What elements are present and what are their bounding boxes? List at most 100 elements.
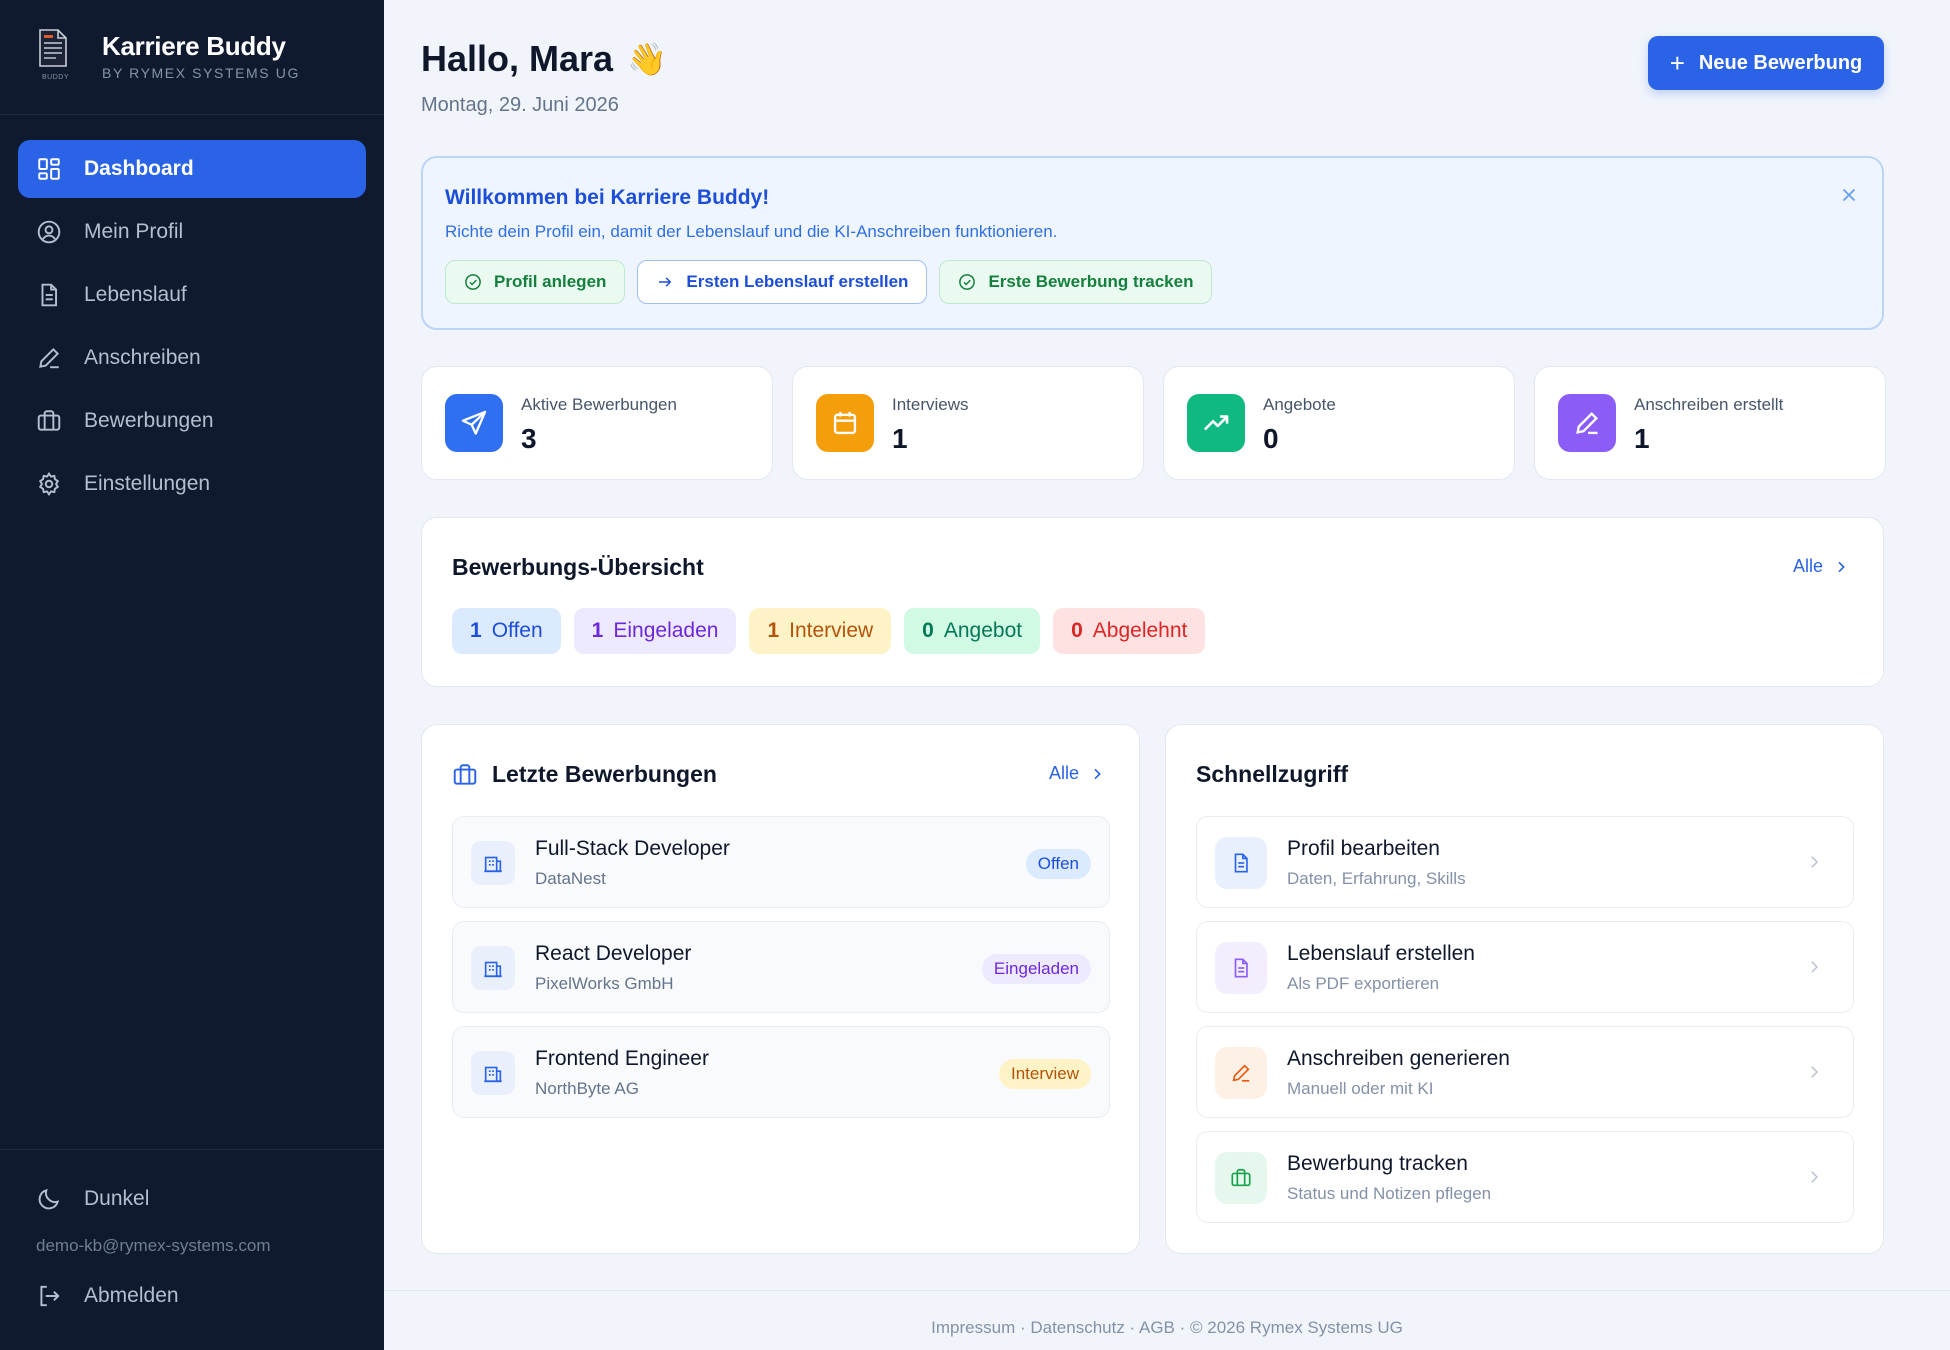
chevron-right-icon [1094,768,1101,779]
sidebar-item-settings[interactable]: Einstellungen [18,455,366,513]
track-application-chip[interactable]: Erste Bewerbung tracken [939,260,1213,304]
dashboard-icon [38,158,60,180]
document-icon [1215,942,1267,994]
logout-button[interactable]: Abmelden [18,1267,366,1325]
sidebar-item-dashboard[interactable]: Dashboard [18,140,366,198]
status-interview[interactable]: 1 Interview [749,608,892,654]
briefcase-icon [37,410,61,431]
new-application-button[interactable]: + Neue Bewerbung [1648,36,1884,90]
sidebar-nav: Dashboard Mein Profil Lebenslauf Anschre… [18,140,366,518]
quick-item-edit-profile[interactable]: Profil bearbeiten Daten, Erfahrung, Skil… [1196,816,1854,908]
briefcase-icon [453,763,477,785]
sidebar-item-cover-letter[interactable]: Anschreiben [18,329,366,387]
overview-all-link[interactable]: Alle [1793,556,1849,577]
application-company: DataNest [535,869,606,888]
sidebar-item-applications[interactable]: Bewerbungen [18,392,366,450]
send-icon [445,394,503,452]
user-email: demo-kb@rymex-systems.com [36,1236,271,1255]
status-count: 0 [922,619,934,642]
building-icon [471,946,515,990]
pen-icon [39,347,60,369]
sidebar-item-label: Anschreiben [84,346,201,369]
status-badge: Eingeladen [981,954,1091,984]
recent-all-link[interactable]: Alle [1049,763,1105,784]
current-date: Montag, 29. Juni 2026 [421,94,619,116]
quick-item-title: Lebenslauf erstellen [1287,942,1475,965]
sidebar-item-label: Einstellungen [84,472,211,495]
welcome-text: Richte dein Profil ein, damit der Lebens… [445,222,1058,241]
main-content: Hallo, Mara 👋 Montag, 29. Juni 2026 + Ne… [384,0,1950,1350]
welcome-title: Willkommen bei Karriere Buddy! [445,186,770,209]
stat-card-interviews[interactable]: Interviews 1 [792,366,1144,480]
stat-value: 3 [521,423,537,454]
gear-icon [38,471,60,497]
status-offer[interactable]: 0 Angebot [904,608,1041,654]
briefcase-icon [1215,1152,1267,1204]
chevron-right-icon [1811,961,1819,973]
status-label: Offen [491,619,543,642]
status-badge: Offen [1025,849,1091,879]
stat-card-active[interactable]: Aktive Bewerbungen 3 [421,366,773,480]
chevron-right-icon [1811,1171,1819,1183]
create-profile-chip[interactable]: Profil anlegen [445,260,626,304]
theme-toggle-label: Dunkel [84,1187,150,1210]
check-circle-icon [959,274,976,290]
status-count: 0 [1071,619,1083,642]
status-invited[interactable]: 1 Eingeladen [573,608,737,654]
quick-item-generate-letter[interactable]: Anschreiben generieren Manuell oder mit … [1196,1026,1854,1118]
status-badge: Interview [998,1059,1091,1089]
status-rejected[interactable]: 0 Abgelehnt [1053,608,1206,654]
welcome-banner: Willkommen bei Karriere Buddy! Richte de… [421,156,1884,330]
trend-up-icon [1187,394,1245,452]
stat-label: Anschreiben erstellt [1634,395,1784,414]
brand-subtitle: BY RYMEX SYSTEMS UG [102,65,300,81]
quick-item-create-resume[interactable]: Lebenslauf erstellen Als PDF exportieren [1196,921,1854,1013]
quick-title: Schnellzugriff [1196,761,1349,787]
application-item[interactable]: Full-Stack Developer DataNest Offen [452,816,1110,908]
status-open[interactable]: 1 Offen [452,608,561,654]
recent-title: Letzte Bewerbungen [452,761,717,788]
stat-card-letters[interactable]: Anschreiben erstellt 1 [1534,366,1886,480]
status-label: Interview [789,619,874,642]
close-icon[interactable] [1838,184,1860,206]
stat-value: 0 [1263,423,1279,454]
sidebar-item-profile[interactable]: Mein Profil [18,203,366,261]
sidebar: BUDDY Karriere Buddy BY RYMEX SYSTEMS UG… [0,0,384,1350]
status-label: Angebot [943,619,1023,642]
plus-icon: + [1669,47,1685,78]
sidebar-divider [0,114,384,115]
status-summary: 1 Offen 1 Eingeladen 1 Interview 0 Angeb… [452,608,1218,654]
greeting-text: Hallo, Mara [421,38,614,79]
sidebar-item-label: Bewerbungen [84,409,214,432]
application-title: Full-Stack Developer [535,837,730,860]
application-company: NorthByte AG [535,1079,639,1098]
stat-label: Interviews [892,395,969,414]
chevron-right-icon [1838,561,1845,572]
stat-value: 1 [892,423,908,454]
theme-toggle[interactable]: Dunkel [18,1170,366,1228]
pen-icon [1215,1047,1267,1099]
building-icon [471,841,515,885]
quick-item-title: Anschreiben generieren [1287,1047,1510,1070]
stat-card-offers[interactable]: Angebote 0 [1163,366,1515,480]
create-resume-chip[interactable]: Ersten Lebenslauf erstellen [637,260,928,304]
quick-item-track-application[interactable]: Bewerbung tracken Status und Notizen pfl… [1196,1131,1854,1223]
stat-label: Aktive Bewerbungen [521,395,677,414]
new-application-label: Neue Bewerbung [1698,51,1863,74]
check-circle-icon [465,274,481,290]
all-label: Alle [1048,763,1079,783]
stat-label: Angebote [1263,395,1336,414]
footer-divider [384,1290,1950,1291]
sidebar-bottom: Dunkel [18,1170,366,1233]
application-item[interactable]: React Developer PixelWorks GmbH Eingelad… [452,921,1110,1013]
quick-item-subtitle: Daten, Erfahrung, Skills [1287,869,1466,888]
sidebar-item-resume[interactable]: Lebenslauf [18,266,366,324]
application-item[interactable]: Frontend Engineer NorthByte AG Interview [452,1026,1110,1118]
building-icon [471,1051,515,1095]
arrow-right-icon [659,277,672,287]
sidebar-item-label: Lebenslauf [84,283,187,306]
status-label: Abgelehnt [1092,619,1188,642]
application-overview-card: Bewerbungs-Übersicht Alle 1 Offen 1 Eing… [421,517,1884,687]
brand[interactable]: BUDDY Karriere Buddy BY RYMEX SYSTEMS UG [36,28,300,84]
pen-icon [1558,394,1616,452]
